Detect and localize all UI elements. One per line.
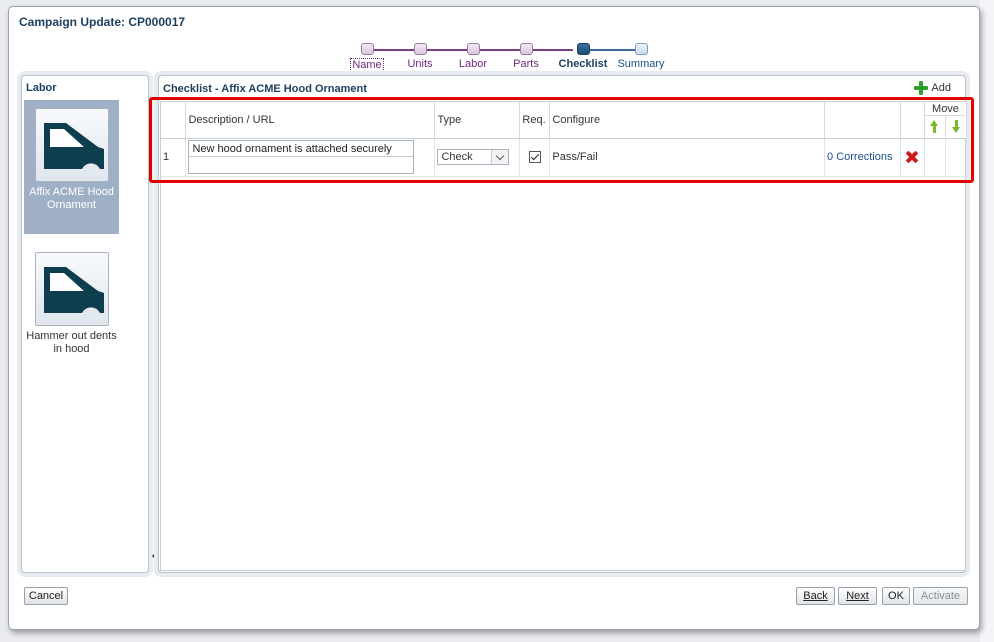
labor-item-label: Affix ACME Hood Ornament (29, 186, 114, 211)
train-stop-icon (634, 43, 648, 55)
train-stop-label: Parts (513, 58, 539, 70)
train-stop-label: Labor (458, 58, 488, 70)
vehicle-door-icon (34, 252, 109, 326)
background-window (980, 0, 994, 642)
labor-item-label: Hammer out dents in hood (26, 330, 117, 355)
train-stop-label: Summary (617, 58, 665, 70)
next-button[interactable]: Next (838, 587, 877, 605)
train-stop-units[interactable]: Units (390, 41, 450, 70)
plus-icon (914, 81, 929, 95)
train-stop-checklist[interactable]: Checklist (553, 41, 613, 70)
back-button[interactable]: Back (796, 587, 835, 605)
cancel-button[interactable]: Cancel (24, 587, 68, 605)
train-stop-icon (360, 43, 374, 55)
train-stop-parts[interactable]: Parts (496, 41, 556, 70)
labor-item-selected[interactable]: Affix ACME Hood Ornament (24, 100, 119, 234)
vehicle-door-icon (34, 108, 109, 182)
activate-button: Activate (913, 587, 968, 605)
train-stop-icon (576, 43, 590, 55)
ok-button[interactable]: OK (882, 587, 910, 605)
train-stop-label: Checklist (558, 58, 608, 70)
train-stop-summary[interactable]: Summary (611, 41, 671, 70)
add-label: Add (931, 82, 951, 94)
annotation-highlight-box (149, 97, 974, 183)
train-stop-name[interactable]: Name (337, 41, 397, 72)
checklist-heading: Checklist - Affix ACME Hood Ornament (163, 83, 367, 95)
train-stop-labor[interactable]: Labor (443, 41, 503, 70)
collapse-splitter-icon[interactable] (152, 552, 156, 560)
labor-item[interactable]: Hammer out dents in hood (24, 244, 119, 356)
train-stop-label: Units (407, 58, 433, 70)
train-stop-icon (413, 43, 427, 55)
train-stop-icon (466, 43, 480, 55)
train-stop-icon (519, 43, 533, 55)
labor-heading: Labor (26, 82, 57, 94)
labor-panel: Labor Affix ACME Hood Ornament Hammer ou… (21, 75, 149, 573)
train-stop-label: Name (350, 58, 384, 72)
dialog-title: Campaign Update: CP000017 (19, 15, 186, 29)
add-button[interactable]: Add (914, 81, 951, 95)
